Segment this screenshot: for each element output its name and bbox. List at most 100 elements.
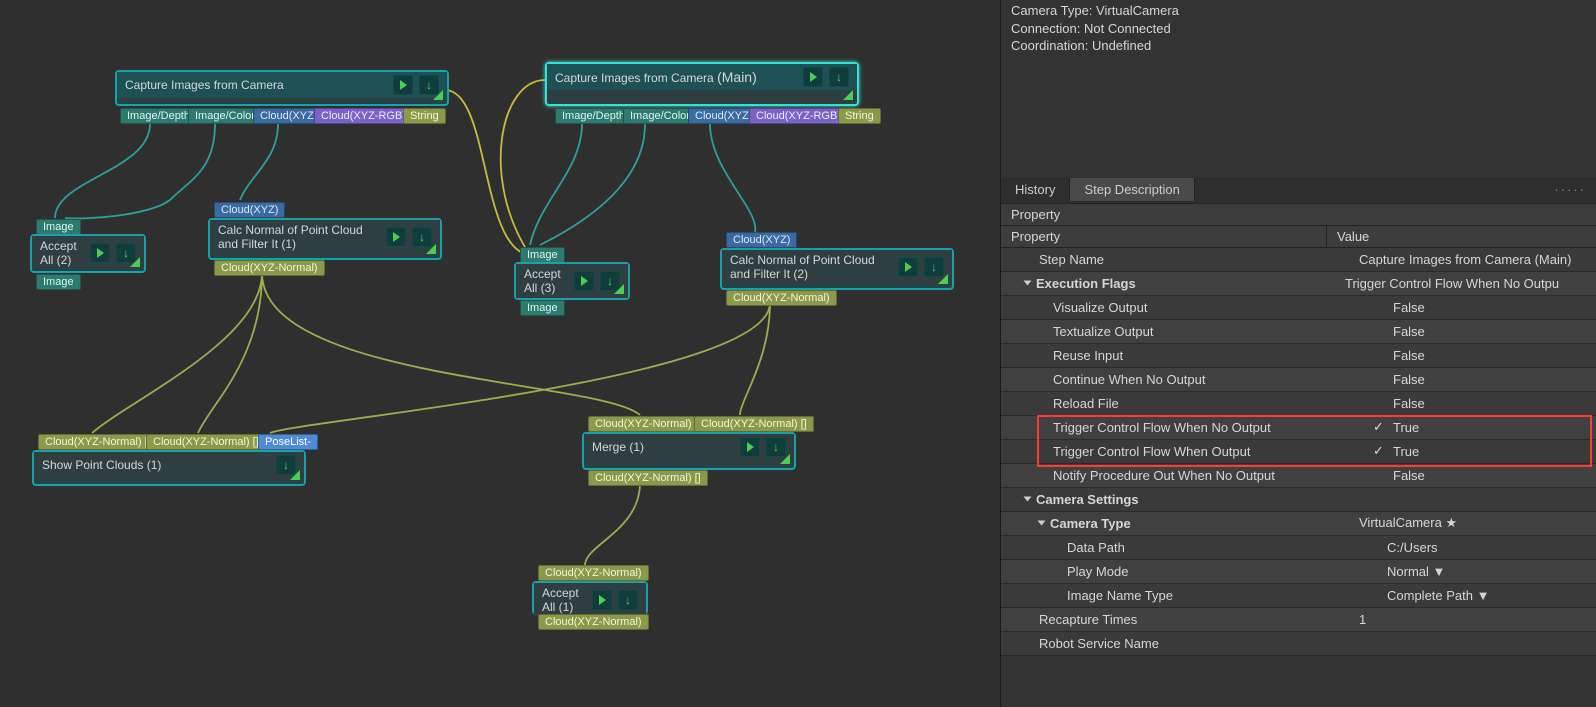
play-button[interactable] <box>803 67 823 87</box>
port-cloud-xyz-normal-arr[interactable]: Cloud(XYZ-Normal) [] <box>588 470 708 486</box>
property-row[interactable]: Continue When No OutputFalse <box>1001 368 1596 392</box>
port-cloud-xyz-normal-arr[interactable]: Cloud(XYZ-Normal) [] <box>38 434 158 450</box>
port-cloud-xyz-normal-arr[interactable]: Cloud(XYZ-Normal) [] <box>694 416 814 432</box>
port-image[interactable]: Image <box>36 274 81 290</box>
port-image-depth[interactable]: Image/Depth <box>555 108 632 124</box>
node-show-point-clouds[interactable]: Show Point Clouds (1) <box>32 450 306 486</box>
node-accept-all-2[interactable]: Accept All (2) <box>30 234 146 273</box>
property-name: Camera Settings <box>1036 492 1139 507</box>
tab-step-description[interactable]: Step Description <box>1070 178 1194 201</box>
property-name: Play Mode <box>1067 564 1128 579</box>
play-button[interactable] <box>740 437 760 457</box>
node-accept-all-3[interactable]: Accept All (3) <box>514 262 630 300</box>
port-cloud-xyz-normal[interactable]: Cloud(XYZ-Normal) <box>726 290 837 306</box>
property-value: Capture Images from Camera (Main) <box>1359 252 1571 267</box>
play-button[interactable] <box>393 75 413 95</box>
play-button[interactable] <box>90 243 110 263</box>
expand-icon[interactable] <box>1024 497 1032 502</box>
check-icon: ✓ <box>1373 419 1387 435</box>
property-name: Robot Service Name <box>1039 636 1159 651</box>
port-cloud-xyz-normal-arr-minus[interactable]: Cloud(XYZ-Normal) [] - <box>146 434 272 450</box>
play-button[interactable] <box>898 257 918 277</box>
port-string[interactable]: String <box>838 108 881 124</box>
property-row[interactable]: Reload FileFalse <box>1001 392 1596 416</box>
port-cloud-xyz-normal-arr[interactable]: Cloud(XYZ-Normal) [] <box>588 416 708 432</box>
node-title: Merge (1) <box>592 440 644 454</box>
property-value: False <box>1393 396 1425 411</box>
port-image-depth[interactable]: Image/Depth <box>120 108 197 124</box>
download-button[interactable] <box>829 67 849 87</box>
property-rows[interactable]: Step Name Capture Images from Camera (Mai… <box>1001 248 1596 656</box>
node-accept-all-1[interactable]: Accept All (1) <box>532 581 648 615</box>
property-row[interactable]: Trigger Control Flow When Output✓True <box>1001 440 1596 464</box>
column-headers: Property Value <box>1001 226 1596 248</box>
app-root: Capture Images from Camera Image/Depth I… <box>0 0 1596 707</box>
port-cloud-xyz[interactable]: Cloud(XYZ) <box>214 202 285 218</box>
port-cloud-xyz-normal[interactable]: Cloud(XYZ-Normal) <box>538 565 649 581</box>
expand-icon[interactable] <box>1038 521 1046 526</box>
port-cloud-xyz-normal[interactable]: Cloud(XYZ-Normal) <box>538 614 649 630</box>
connection-wires <box>0 0 1000 707</box>
node-calc-normal-1[interactable]: Calc Normal of Point Cloud and Filter It… <box>208 218 442 260</box>
property-row[interactable]: Camera Settings <box>1001 488 1596 512</box>
node-calc-normal-2[interactable]: Calc Normal of Point Cloud and Filter It… <box>720 248 954 290</box>
play-button[interactable] <box>574 271 594 291</box>
property-row[interactable]: Robot Service Name <box>1001 632 1596 656</box>
property-name: Execution Flags <box>1036 276 1136 291</box>
node-title: Accept All (3) <box>524 267 574 295</box>
property-row[interactable]: Image Name TypeComplete Path ▼ <box>1001 584 1596 608</box>
property-row[interactable]: Trigger Control Flow When No Output✓True <box>1001 416 1596 440</box>
property-row[interactable]: Data PathC:/Users <box>1001 536 1596 560</box>
property-row[interactable]: Visualize OutputFalse <box>1001 296 1596 320</box>
property-value: False <box>1393 468 1425 483</box>
property-row[interactable]: Camera TypeVirtualCamera ★ <box>1001 512 1596 536</box>
property-value: False <box>1393 300 1425 315</box>
resize-icon <box>433 90 443 100</box>
port-image[interactable]: Image <box>36 219 81 235</box>
node-graph-canvas[interactable]: Capture Images from Camera Image/Depth I… <box>0 0 1000 707</box>
port-image[interactable]: Image <box>520 300 565 316</box>
node-merge[interactable]: Merge (1) <box>582 432 796 470</box>
connection-label: Connection: <box>1011 21 1080 36</box>
port-image[interactable]: Image <box>520 247 565 263</box>
property-row[interactable]: Notify Procedure Out When No OutputFalse <box>1001 464 1596 488</box>
port-poselist[interactable]: PoseList- <box>258 434 318 450</box>
port-cloud-xyz[interactable]: Cloud(XYZ) <box>726 232 797 248</box>
resize-icon <box>290 470 300 480</box>
port-image-color[interactable]: Image/Color <box>623 108 697 124</box>
resize-icon <box>614 284 624 294</box>
expand-icon[interactable] <box>1024 281 1032 286</box>
node-title: Capture Images from Camera <box>125 78 284 92</box>
col-value: Value <box>1327 226 1379 247</box>
tab-history[interactable]: History <box>1001 178 1070 201</box>
resize-icon <box>426 244 436 254</box>
port-cloud-xyz-rgb[interactable]: Cloud(XYZ-RGB) <box>314 108 413 124</box>
property-row[interactable]: Step Name Capture Images from Camera (Mai… <box>1001 248 1596 272</box>
property-value: VirtualCamera ★ <box>1359 515 1457 531</box>
node-capture-2[interactable]: Capture Images from Camera (Main) <box>545 62 859 106</box>
property-value: Normal ▼ <box>1387 564 1445 579</box>
dots-icon: ····· <box>1554 182 1586 197</box>
play-button[interactable] <box>386 227 406 247</box>
property-row[interactable]: Play Mode Normal ▼ <box>1001 560 1596 584</box>
download-button[interactable] <box>618 590 638 610</box>
property-name: Step Name <box>1039 252 1104 267</box>
tab-bar: History Step Description ····· <box>1001 177 1596 204</box>
property-name: Image Name Type <box>1067 588 1173 603</box>
node-capture-1[interactable]: Capture Images from Camera <box>115 70 449 106</box>
port-cloud-xyz-rgb[interactable]: Cloud(XYZ-RGB) <box>749 108 848 124</box>
port-cloud-xyz-normal[interactable]: Cloud(XYZ-Normal) <box>214 260 325 276</box>
property-row[interactable]: Recapture Times1 <box>1001 608 1596 632</box>
play-button[interactable] <box>592 590 612 610</box>
property-name: Trigger Control Flow When No Output <box>1053 420 1271 435</box>
property-name: Trigger Control Flow When Output <box>1053 444 1250 459</box>
property-row[interactable]: Textualize OutputFalse <box>1001 320 1596 344</box>
property-value: True <box>1393 444 1419 459</box>
node-title: Accept All (2) <box>40 239 90 267</box>
property-value: False <box>1393 324 1425 339</box>
property-row[interactable]: Execution FlagsTrigger Control Flow When… <box>1001 272 1596 296</box>
property-row[interactable]: Reuse InputFalse <box>1001 344 1596 368</box>
port-string[interactable]: String <box>403 108 446 124</box>
port-image-color[interactable]: Image/Color <box>188 108 262 124</box>
property-name: Reuse Input <box>1053 348 1123 363</box>
